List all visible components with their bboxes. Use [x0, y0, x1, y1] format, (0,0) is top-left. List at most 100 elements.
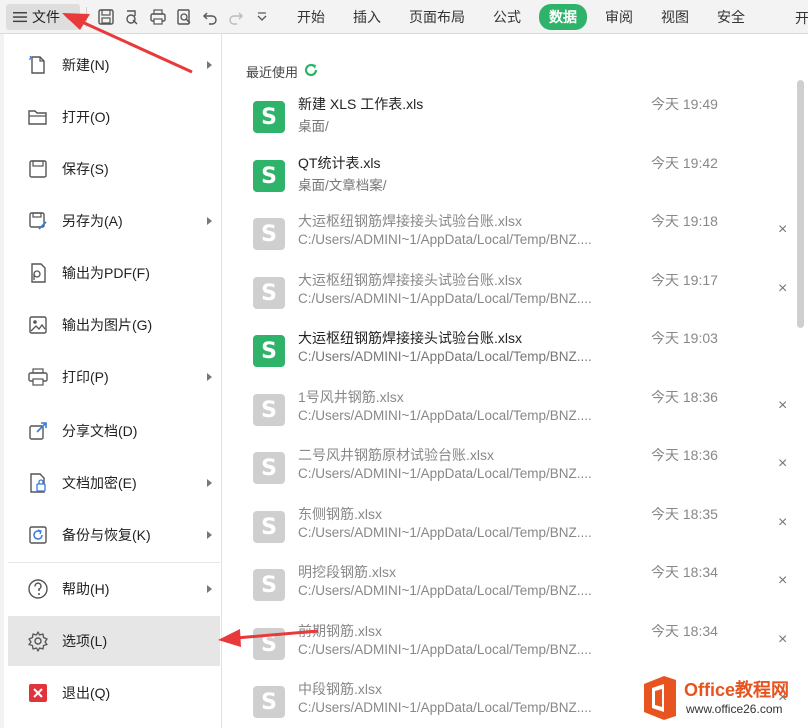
file-menu-item-12[interactable]: 退出(Q) — [8, 668, 220, 718]
file-menu-label: 帮助(H) — [62, 581, 110, 597]
scrollbar-thumb[interactable] — [797, 80, 804, 328]
menu-divider — [8, 562, 220, 563]
file-menu-label: 备份与恢复(K) — [62, 527, 151, 543]
recent-file-time: 今天 19:42 — [651, 155, 718, 171]
tab-4[interactable]: 数据 — [539, 3, 587, 30]
file-menu-label: 打印(P) — [62, 369, 109, 385]
spreadsheet-file-icon: S — [253, 218, 285, 250]
recent-file-path: C:/Users/ADMINI~1/AppData/Local/Temp/BNZ… — [298, 525, 592, 540]
save-as-icon — [26, 209, 50, 233]
file-menu-item-9[interactable]: 备份与恢复(K) — [8, 510, 220, 560]
share-icon — [26, 419, 50, 443]
recent-file-row[interactable]: S 东侧钢筋.xlsx C:/Users/ADMINI~1/AppData/Loca… — [246, 499, 794, 557]
recent-file-row[interactable]: S 新建 XLS 工作表.xls 桌面/今天 19:49 — [246, 89, 794, 147]
file-menu-item-5[interactable]: 输出为图片(G) — [8, 300, 220, 350]
tab-6[interactable]: 视图 — [651, 4, 699, 30]
submenu-arrow-icon — [207, 217, 212, 225]
customize-toolbar-button[interactable] — [249, 4, 275, 30]
gear-icon — [26, 629, 50, 653]
file-menu-label: 退出(Q) — [62, 685, 111, 701]
remove-recent-icon[interactable]: × — [778, 455, 787, 473]
spreadsheet-file-icon: S — [253, 686, 285, 718]
recent-file-row[interactable]: S 二号风井钢筋原材试验台账.xlsx C:/Users/ADMINI~1/AppD… — [246, 440, 794, 498]
recent-file-name: 大运枢纽钢筋焊接接头试验台账.xlsx — [298, 330, 522, 346]
print-quick-button[interactable] — [145, 4, 171, 30]
recent-file-row[interactable]: S 明挖段钢筋.xlsx C:/Users/ADMINI~1/AppData/Loc… — [246, 557, 794, 615]
remove-recent-icon[interactable]: × — [778, 280, 787, 298]
recent-file-row[interactable]: S QT统计表.xls 桌面/文章档案/今天 19:42 — [246, 148, 794, 206]
recent-file-name: 大运枢纽钢筋焊接接头试验台账.xlsx — [298, 213, 522, 229]
undo-button[interactable] — [197, 4, 223, 30]
file-menu-label: 打开(O) — [62, 109, 111, 125]
file-menu-item-11[interactable]: 选项(L) — [8, 616, 220, 666]
chevron-down-icon — [257, 11, 267, 21]
tab-2[interactable]: 页面布局 — [399, 4, 475, 30]
recent-file-row[interactable]: S 大运枢纽钢筋焊接接头试验台账.xlsx C:/Users/ADMINI~1/Ap… — [246, 323, 794, 381]
recent-file-time: 今天 18:36 — [651, 447, 718, 463]
tab-1[interactable]: 插入 — [343, 4, 391, 30]
recent-file-row[interactable]: S 1号风井钢筋.xlsx C:/Users/ADMINI~1/AppData/Lo… — [246, 382, 794, 440]
remove-recent-icon[interactable]: × — [778, 631, 787, 649]
recent-file-row[interactable]: S 大运枢纽钢筋焊接接头试验台账.xlsx C:/Users/ADMINI~1/Ap… — [246, 265, 794, 323]
recent-file-path: 桌面/文章档案/ — [298, 178, 387, 193]
spreadsheet-file-icon: S — [253, 335, 285, 367]
recent-file-name: 中段钢筋.xlsx — [298, 681, 382, 697]
redo-button[interactable] — [223, 4, 249, 30]
tab-7[interactable]: 安全 — [707, 4, 755, 30]
watermark-title: Office教程网 — [684, 680, 790, 700]
file-menu-item-0[interactable]: 新建(N) — [8, 40, 220, 90]
save-icon — [98, 8, 114, 25]
office-logo-icon — [644, 676, 676, 720]
file-menu-label: 新建(N) — [62, 57, 110, 73]
remove-recent-icon[interactable]: × — [778, 221, 787, 239]
ribbon-tabs: 开始 插入 页面布局 公式 数据 审阅 视图 安全 — [287, 3, 763, 30]
remove-recent-icon[interactable]: × — [778, 514, 787, 532]
tab-truncated[interactable]: 开 — [795, 8, 808, 28]
exit-icon — [26, 681, 50, 705]
file-menu-item-8[interactable]: 文档加密(E) — [8, 458, 220, 508]
remove-recent-icon[interactable]: × — [778, 572, 787, 590]
file-menu-panel: 新建(N) 打开(O) 保存(S) 另存为(A) 输出为PDF(F) 输出为图片(G) 打印… — [4, 34, 222, 728]
recent-file-time: 今天 18:36 — [651, 389, 718, 405]
recent-file-path: C:/Users/ADMINI~1/AppData/Local/Temp/BNZ… — [298, 408, 592, 423]
export-quick-button[interactable] — [119, 4, 145, 30]
undo-icon — [203, 12, 217, 25]
refresh-icon[interactable] — [302, 61, 320, 82]
export-icon — [126, 9, 138, 24]
file-menu-item-6[interactable]: 打印(P) — [8, 352, 220, 402]
save-icon — [26, 157, 50, 181]
recent-file-row[interactable]: S 前期钢筋.xlsx C:/Users/ADMINI~1/AppData/Loca… — [246, 616, 794, 674]
file-menu-button[interactable]: 文件 — [6, 3, 80, 30]
tab-5[interactable]: 审阅 — [595, 4, 643, 30]
recent-files-panel: 最近使用 S 新建 XLS 工作表.xls 桌面/今天 19:49 S QT统计表.xl… — [222, 34, 808, 728]
tab-0[interactable]: 开始 — [287, 4, 335, 30]
hamburger-icon — [12, 10, 28, 24]
recent-file-row[interactable]: S 大运枢纽钢筋焊接接头试验台账.xlsx C:/Users/ADMINI~1/Ap… — [246, 206, 794, 264]
remove-recent-icon[interactable]: × — [778, 397, 787, 415]
recent-file-path: C:/Users/ADMINI~1/AppData/Local/Temp/BNZ… — [298, 466, 592, 481]
submenu-arrow-icon — [207, 61, 212, 69]
print-preview-button[interactable] — [171, 4, 197, 30]
file-menu-item-2[interactable]: 保存(S) — [8, 144, 220, 194]
recent-title: 最近使用 — [246, 61, 320, 82]
file-menu-label: 输出为图片(G) — [62, 317, 153, 333]
recent-file-path: C:/Users/ADMINI~1/AppData/Local/Temp/BNZ… — [298, 349, 592, 364]
recent-file-name: 二号风井钢筋原材试验台账.xlsx — [298, 447, 494, 463]
recent-file-path: 桌面/ — [298, 119, 329, 134]
folder-icon — [26, 105, 50, 129]
file-menu-item-4[interactable]: 输出为PDF(F) — [8, 248, 220, 298]
spreadsheet-file-icon: S — [253, 452, 285, 484]
watermark-url: www.office26.com — [686, 702, 783, 716]
recent-file-path: C:/Users/ADMINI~1/AppData/Local/Temp/BNZ… — [298, 583, 592, 598]
tab-3[interactable]: 公式 — [483, 4, 531, 30]
file-menu-item-7[interactable]: 分享文档(D) — [8, 406, 220, 456]
save-quick-button[interactable] — [93, 4, 119, 30]
chevron-down-icon — [64, 13, 74, 21]
recent-title-text: 最近使用 — [246, 65, 299, 80]
file-menu-item-10[interactable]: 帮助(H) — [8, 564, 220, 614]
recent-file-time: 今天 19:49 — [651, 96, 718, 112]
file-menu-item-3[interactable]: 另存为(A) — [8, 196, 220, 246]
recent-file-path: C:/Users/ADMINI~1/AppData/Local/Temp/BNZ… — [298, 700, 592, 715]
file-menu-item-1[interactable]: 打开(O) — [8, 92, 220, 142]
spreadsheet-file-icon: S — [253, 569, 285, 601]
